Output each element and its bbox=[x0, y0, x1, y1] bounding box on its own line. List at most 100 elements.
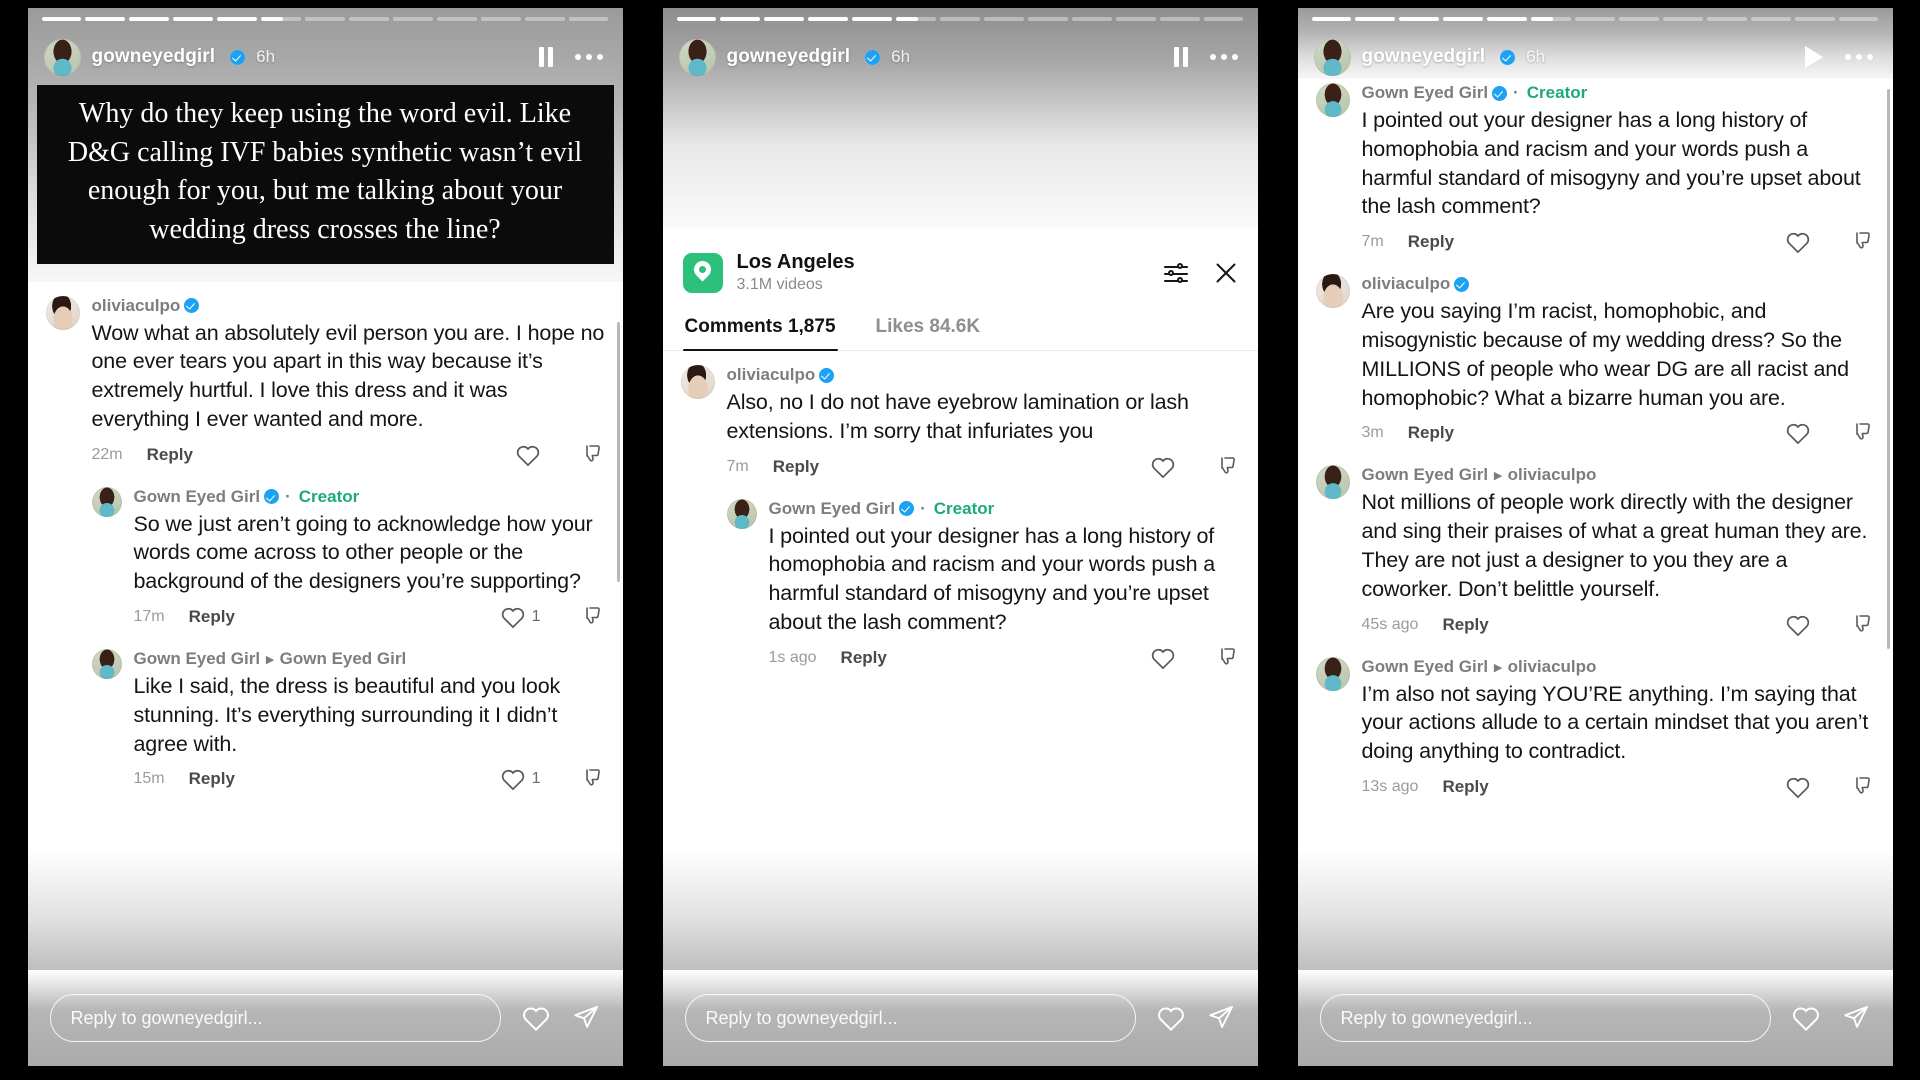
avatar[interactable] bbox=[1315, 274, 1350, 309]
progress-segment[interactable] bbox=[1355, 17, 1396, 21]
share-send-icon[interactable] bbox=[571, 1004, 601, 1032]
comment-author[interactable]: Gown Eyed Girl bbox=[134, 649, 261, 669]
progress-segment[interactable] bbox=[1706, 17, 1747, 21]
comment-item[interactable]: oliviaculpo Also, no I do not have eyebr… bbox=[680, 365, 1240, 495]
progress-segment[interactable] bbox=[940, 17, 980, 21]
comment-author[interactable]: oliviaculpo bbox=[727, 365, 816, 385]
comment-item[interactable]: Gown Eyed Girl · Creator So we just aren… bbox=[46, 486, 605, 645]
like-heart-icon[interactable] bbox=[1785, 230, 1811, 254]
comment-item[interactable]: Gown Eyed Girl · Creator I pointed out y… bbox=[681, 498, 1240, 686]
avatar[interactable] bbox=[43, 38, 81, 76]
comment-author[interactable]: Gown Eyed Girl bbox=[1362, 83, 1489, 103]
more-options-icon[interactable] bbox=[1844, 54, 1873, 60]
progress-segment[interactable] bbox=[568, 17, 609, 21]
dislike-icon[interactable] bbox=[1851, 775, 1875, 799]
dislike-icon[interactable] bbox=[581, 605, 605, 629]
avatar[interactable] bbox=[1313, 38, 1351, 76]
progress-segment[interactable] bbox=[1399, 17, 1440, 21]
reply-button[interactable]: Reply bbox=[189, 607, 235, 627]
progress-segment[interactable] bbox=[1487, 17, 1528, 21]
tab-comments[interactable]: Comments 1,875 bbox=[682, 312, 838, 351]
progress-segment[interactable] bbox=[392, 17, 433, 21]
like-heart-icon[interactable] bbox=[1785, 421, 1811, 445]
avatar[interactable] bbox=[1315, 465, 1350, 500]
dislike-icon[interactable] bbox=[1216, 646, 1240, 670]
play-icon[interactable] bbox=[1804, 46, 1823, 68]
progress-segment[interactable] bbox=[1159, 17, 1200, 21]
story-progress-bar-1[interactable] bbox=[28, 8, 623, 21]
dislike-icon[interactable] bbox=[1851, 613, 1875, 637]
pause-icon[interactable] bbox=[1173, 47, 1188, 67]
like-heart-icon[interactable] bbox=[521, 1004, 551, 1032]
comment-author[interactable]: Gown Eyed Girl bbox=[134, 487, 261, 507]
comments-scrollbar[interactable] bbox=[616, 321, 620, 582]
reply-button[interactable]: Reply bbox=[1408, 232, 1454, 252]
progress-segment[interactable] bbox=[217, 17, 258, 21]
comments-scrollbar[interactable] bbox=[1886, 89, 1890, 649]
location-name[interactable]: Los Angeles bbox=[737, 251, 855, 274]
progress-segment-active[interactable] bbox=[261, 17, 302, 21]
location-header[interactable]: Los Angeles 3.1M videos bbox=[663, 229, 1258, 300]
progress-segment[interactable] bbox=[1115, 17, 1156, 21]
progress-segment[interactable] bbox=[1443, 17, 1484, 21]
like-heart-icon[interactable] bbox=[500, 605, 526, 629]
progress-segment[interactable] bbox=[1794, 17, 1835, 21]
progress-segment[interactable] bbox=[676, 17, 717, 21]
avatar[interactable] bbox=[680, 365, 715, 399]
comment-reply-target[interactable]: oliviaculpo bbox=[1508, 657, 1597, 677]
comment-author[interactable]: oliviaculpo bbox=[1362, 274, 1451, 294]
progress-segment[interactable] bbox=[1618, 17, 1659, 21]
progress-segment[interactable] bbox=[1662, 17, 1703, 21]
story-username[interactable]: gowneyedgirl bbox=[92, 46, 216, 68]
progress-segment-active[interactable] bbox=[896, 17, 937, 21]
progress-segment[interactable] bbox=[348, 17, 389, 21]
reply-button[interactable]: Reply bbox=[1442, 777, 1488, 797]
story-username[interactable]: gowneyedgirl bbox=[727, 46, 851, 68]
progress-segment[interactable] bbox=[1838, 17, 1879, 21]
avatar[interactable] bbox=[45, 295, 80, 330]
avatar[interactable] bbox=[1315, 656, 1350, 691]
progress-segment[interactable] bbox=[1027, 17, 1068, 21]
comment-item[interactable]: Gown Eyed Girl · Creator I pointed out y… bbox=[1315, 83, 1875, 270]
tab-likes[interactable]: Likes 84.6K bbox=[874, 312, 983, 350]
story-progress-bar-3[interactable] bbox=[1298, 8, 1893, 21]
like-group[interactable]: 1 bbox=[500, 767, 541, 791]
dislike-icon[interactable] bbox=[1851, 421, 1875, 445]
comment-author[interactable]: oliviaculpo bbox=[92, 296, 181, 316]
like-heart-icon[interactable] bbox=[1785, 613, 1811, 637]
like-heart-icon[interactable] bbox=[1156, 1004, 1186, 1032]
progress-segment[interactable] bbox=[436, 17, 477, 21]
comment-item[interactable]: Gown Eyed Girl ▸ oliviaculpo I’m also no… bbox=[1315, 656, 1875, 815]
like-group[interactable]: 1 bbox=[500, 605, 541, 629]
like-heart-icon[interactable] bbox=[515, 443, 541, 467]
comment-author[interactable]: Gown Eyed Girl bbox=[1362, 657, 1489, 677]
avatar[interactable] bbox=[1315, 83, 1350, 117]
like-heart-icon[interactable] bbox=[500, 767, 526, 791]
reply-input[interactable]: Reply to gowneyedgirl... bbox=[1319, 994, 1771, 1042]
progress-segment[interactable] bbox=[983, 17, 1024, 21]
dislike-icon[interactable] bbox=[1851, 230, 1875, 254]
close-icon[interactable] bbox=[1214, 261, 1238, 285]
progress-segment[interactable] bbox=[1203, 17, 1244, 21]
progress-segment[interactable] bbox=[305, 17, 345, 21]
reply-button[interactable]: Reply bbox=[189, 769, 235, 789]
like-heart-icon[interactable] bbox=[1150, 646, 1176, 670]
comment-reply-target[interactable]: oliviaculpo bbox=[1508, 465, 1597, 485]
progress-segment[interactable] bbox=[1311, 17, 1352, 21]
reply-button[interactable]: Reply bbox=[147, 445, 193, 465]
comment-item[interactable]: oliviaculpo Wow what an absolutely evil … bbox=[45, 295, 605, 483]
progress-segment[interactable] bbox=[524, 17, 565, 21]
progress-segment[interactable] bbox=[173, 17, 214, 21]
dislike-icon[interactable] bbox=[581, 767, 605, 791]
pause-icon[interactable] bbox=[538, 47, 553, 67]
progress-segment[interactable] bbox=[85, 17, 126, 21]
like-heart-icon[interactable] bbox=[1785, 775, 1811, 799]
dislike-icon[interactable] bbox=[581, 443, 605, 467]
filter-icon[interactable] bbox=[1163, 262, 1188, 283]
progress-segment[interactable] bbox=[480, 17, 521, 21]
progress-segment[interactable] bbox=[1575, 17, 1615, 21]
reply-button[interactable]: Reply bbox=[841, 648, 887, 668]
progress-segment-active[interactable] bbox=[1531, 17, 1572, 21]
comment-item[interactable]: Gown Eyed Girl ▸ oliviaculpo Not million… bbox=[1315, 465, 1875, 652]
share-send-icon[interactable] bbox=[1841, 1004, 1871, 1032]
